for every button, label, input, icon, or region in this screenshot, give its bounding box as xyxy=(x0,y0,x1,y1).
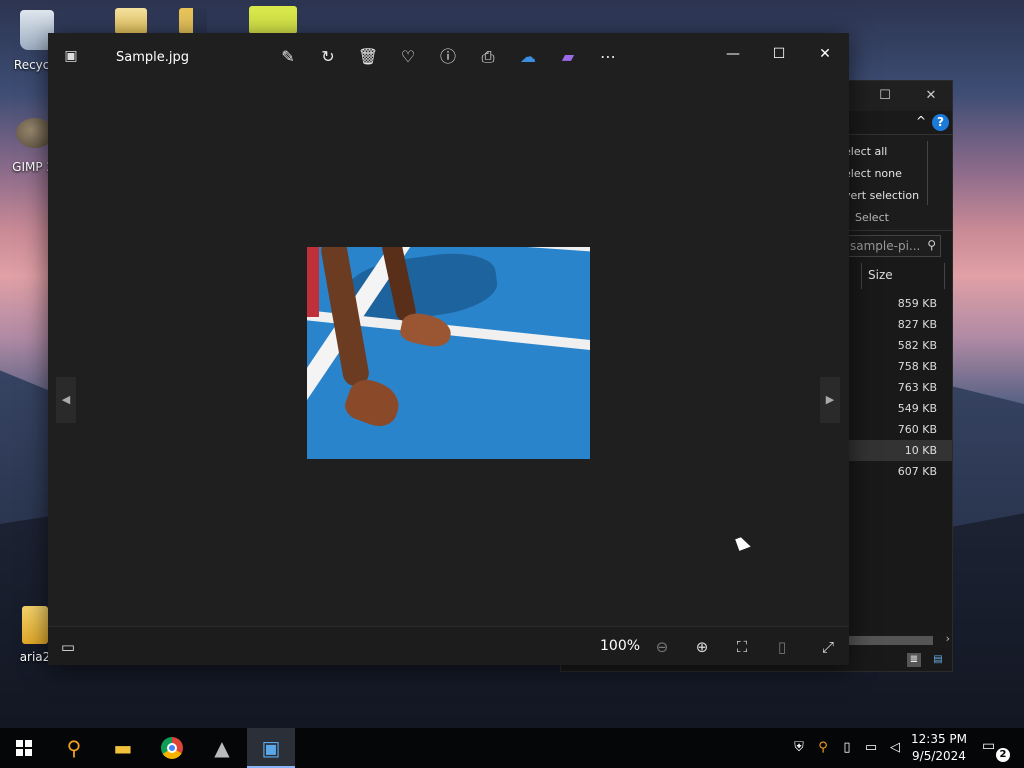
close-button[interactable]: ✕ xyxy=(805,39,845,69)
clock[interactable]: 12:35 PM 9/5/2024 xyxy=(908,731,970,765)
info-icon[interactable]: ⓘ xyxy=(436,45,460,69)
search-tray-icon[interactable]: ⚲ xyxy=(814,739,832,757)
photos-app-icon: ▣ xyxy=(64,48,78,64)
taskbar: ⚲ ▬ ▲ ▣ ⛨ ⚲ ▯ ▭ ◁ 12:35 PM 9/5/2024 ▭ 2 xyxy=(0,728,1024,768)
desktop-icon-label: aria2 xyxy=(19,650,51,664)
notification-count-badge: 2 xyxy=(996,748,1010,762)
volume-muted-icon[interactable]: ◁ xyxy=(886,739,904,757)
invert-selection-button[interactable]: vert selection xyxy=(844,189,919,202)
previous-image-button[interactable]: ◀ xyxy=(56,377,76,423)
minimize-button[interactable]: — xyxy=(713,39,753,69)
zoom-in-icon[interactable]: ⊕ xyxy=(690,635,714,659)
gimp-icon[interactable]: ▲ xyxy=(198,728,246,768)
actual-size-icon[interactable]: ▯ xyxy=(770,635,794,659)
chrome-icon[interactable] xyxy=(148,728,196,768)
search-icon: ⚲ xyxy=(927,238,936,252)
filmstrip-icon[interactable]: ▭ xyxy=(56,635,80,659)
security-icon[interactable]: ⛨ xyxy=(790,739,808,757)
notification-center-button[interactable]: ▭ 2 xyxy=(982,738,1010,762)
search-input[interactable]: sample-pi... ⚲ xyxy=(845,235,941,257)
video-editor-icon[interactable]: ▰ xyxy=(556,45,580,69)
column-header-size[interactable]: Size xyxy=(861,263,945,289)
maximize-button[interactable]: ☐ xyxy=(876,87,894,105)
app-icon xyxy=(249,6,297,34)
folder-icon xyxy=(22,606,48,644)
search-placeholder: sample-pi... xyxy=(850,239,921,253)
file-name: Sample.jpg xyxy=(116,50,189,65)
network-icon[interactable]: ▭ xyxy=(862,739,880,757)
ribbon-group-label: Select xyxy=(855,211,889,224)
clock-date: 9/5/2024 xyxy=(912,749,966,763)
large-icons-view-icon[interactable]: ▤ xyxy=(931,653,945,667)
photos-bottom-bar: ▭ 100% ⊖ ⊕ ⛶ ▯ ⤢ xyxy=(48,626,849,665)
folder-icon xyxy=(115,8,147,34)
help-icon[interactable]: ? xyxy=(932,114,949,131)
more-icon[interactable]: ⋯ xyxy=(596,45,620,69)
app-icon xyxy=(179,8,207,34)
close-button[interactable]: ✕ xyxy=(922,87,940,105)
next-image-button[interactable]: ▶ xyxy=(820,377,840,423)
scroll-right-icon[interactable]: › xyxy=(946,632,950,645)
displayed-photo xyxy=(307,247,590,459)
onedrive-icon[interactable]: ☁ xyxy=(516,45,540,69)
fit-to-window-icon[interactable]: ⛶ xyxy=(730,635,754,659)
start-button[interactable] xyxy=(0,728,48,768)
rotate-icon[interactable]: ↻ xyxy=(316,45,340,69)
photos-titlebar: ▣ Sample.jpg ✎ ↻ 🗑 ♡ ⓘ ⎙ ☁ ▰ ⋯ — ☐ ✕ xyxy=(48,33,849,81)
photos-icon[interactable]: ▣ xyxy=(247,728,295,768)
edit-image-icon[interactable]: ✎ xyxy=(276,45,300,69)
select-all-button[interactable]: elect all xyxy=(844,145,887,158)
collapse-ribbon-icon[interactable]: ^ xyxy=(916,114,926,128)
zoom-out-icon[interactable]: ⊖ xyxy=(650,635,674,659)
delete-icon[interactable]: 🗑 xyxy=(356,45,380,69)
favorite-icon[interactable]: ♡ xyxy=(396,45,420,69)
select-none-button[interactable]: elect none xyxy=(844,167,902,180)
details-view-icon[interactable]: ≣ xyxy=(907,653,921,667)
full-screen-icon[interactable]: ⤢ xyxy=(816,635,840,659)
clock-time: 12:35 PM xyxy=(911,732,967,746)
battery-icon[interactable]: ▯ xyxy=(838,739,856,757)
search-icon[interactable]: ⚲ xyxy=(50,728,98,768)
file-explorer-icon[interactable]: ▬ xyxy=(99,728,147,768)
photos-window[interactable]: ▣ Sample.jpg ✎ ↻ 🗑 ♡ ⓘ ⎙ ☁ ▰ ⋯ — ☐ ✕ ◀ ▶… xyxy=(48,33,849,665)
zoom-level: 100% xyxy=(600,638,641,654)
start-icon xyxy=(16,740,32,756)
notification-icon: ▭ xyxy=(982,738,996,754)
maximize-button[interactable]: ☐ xyxy=(759,39,799,69)
ribbon-separator xyxy=(927,141,928,205)
print-icon[interactable]: ⎙ xyxy=(476,45,500,69)
